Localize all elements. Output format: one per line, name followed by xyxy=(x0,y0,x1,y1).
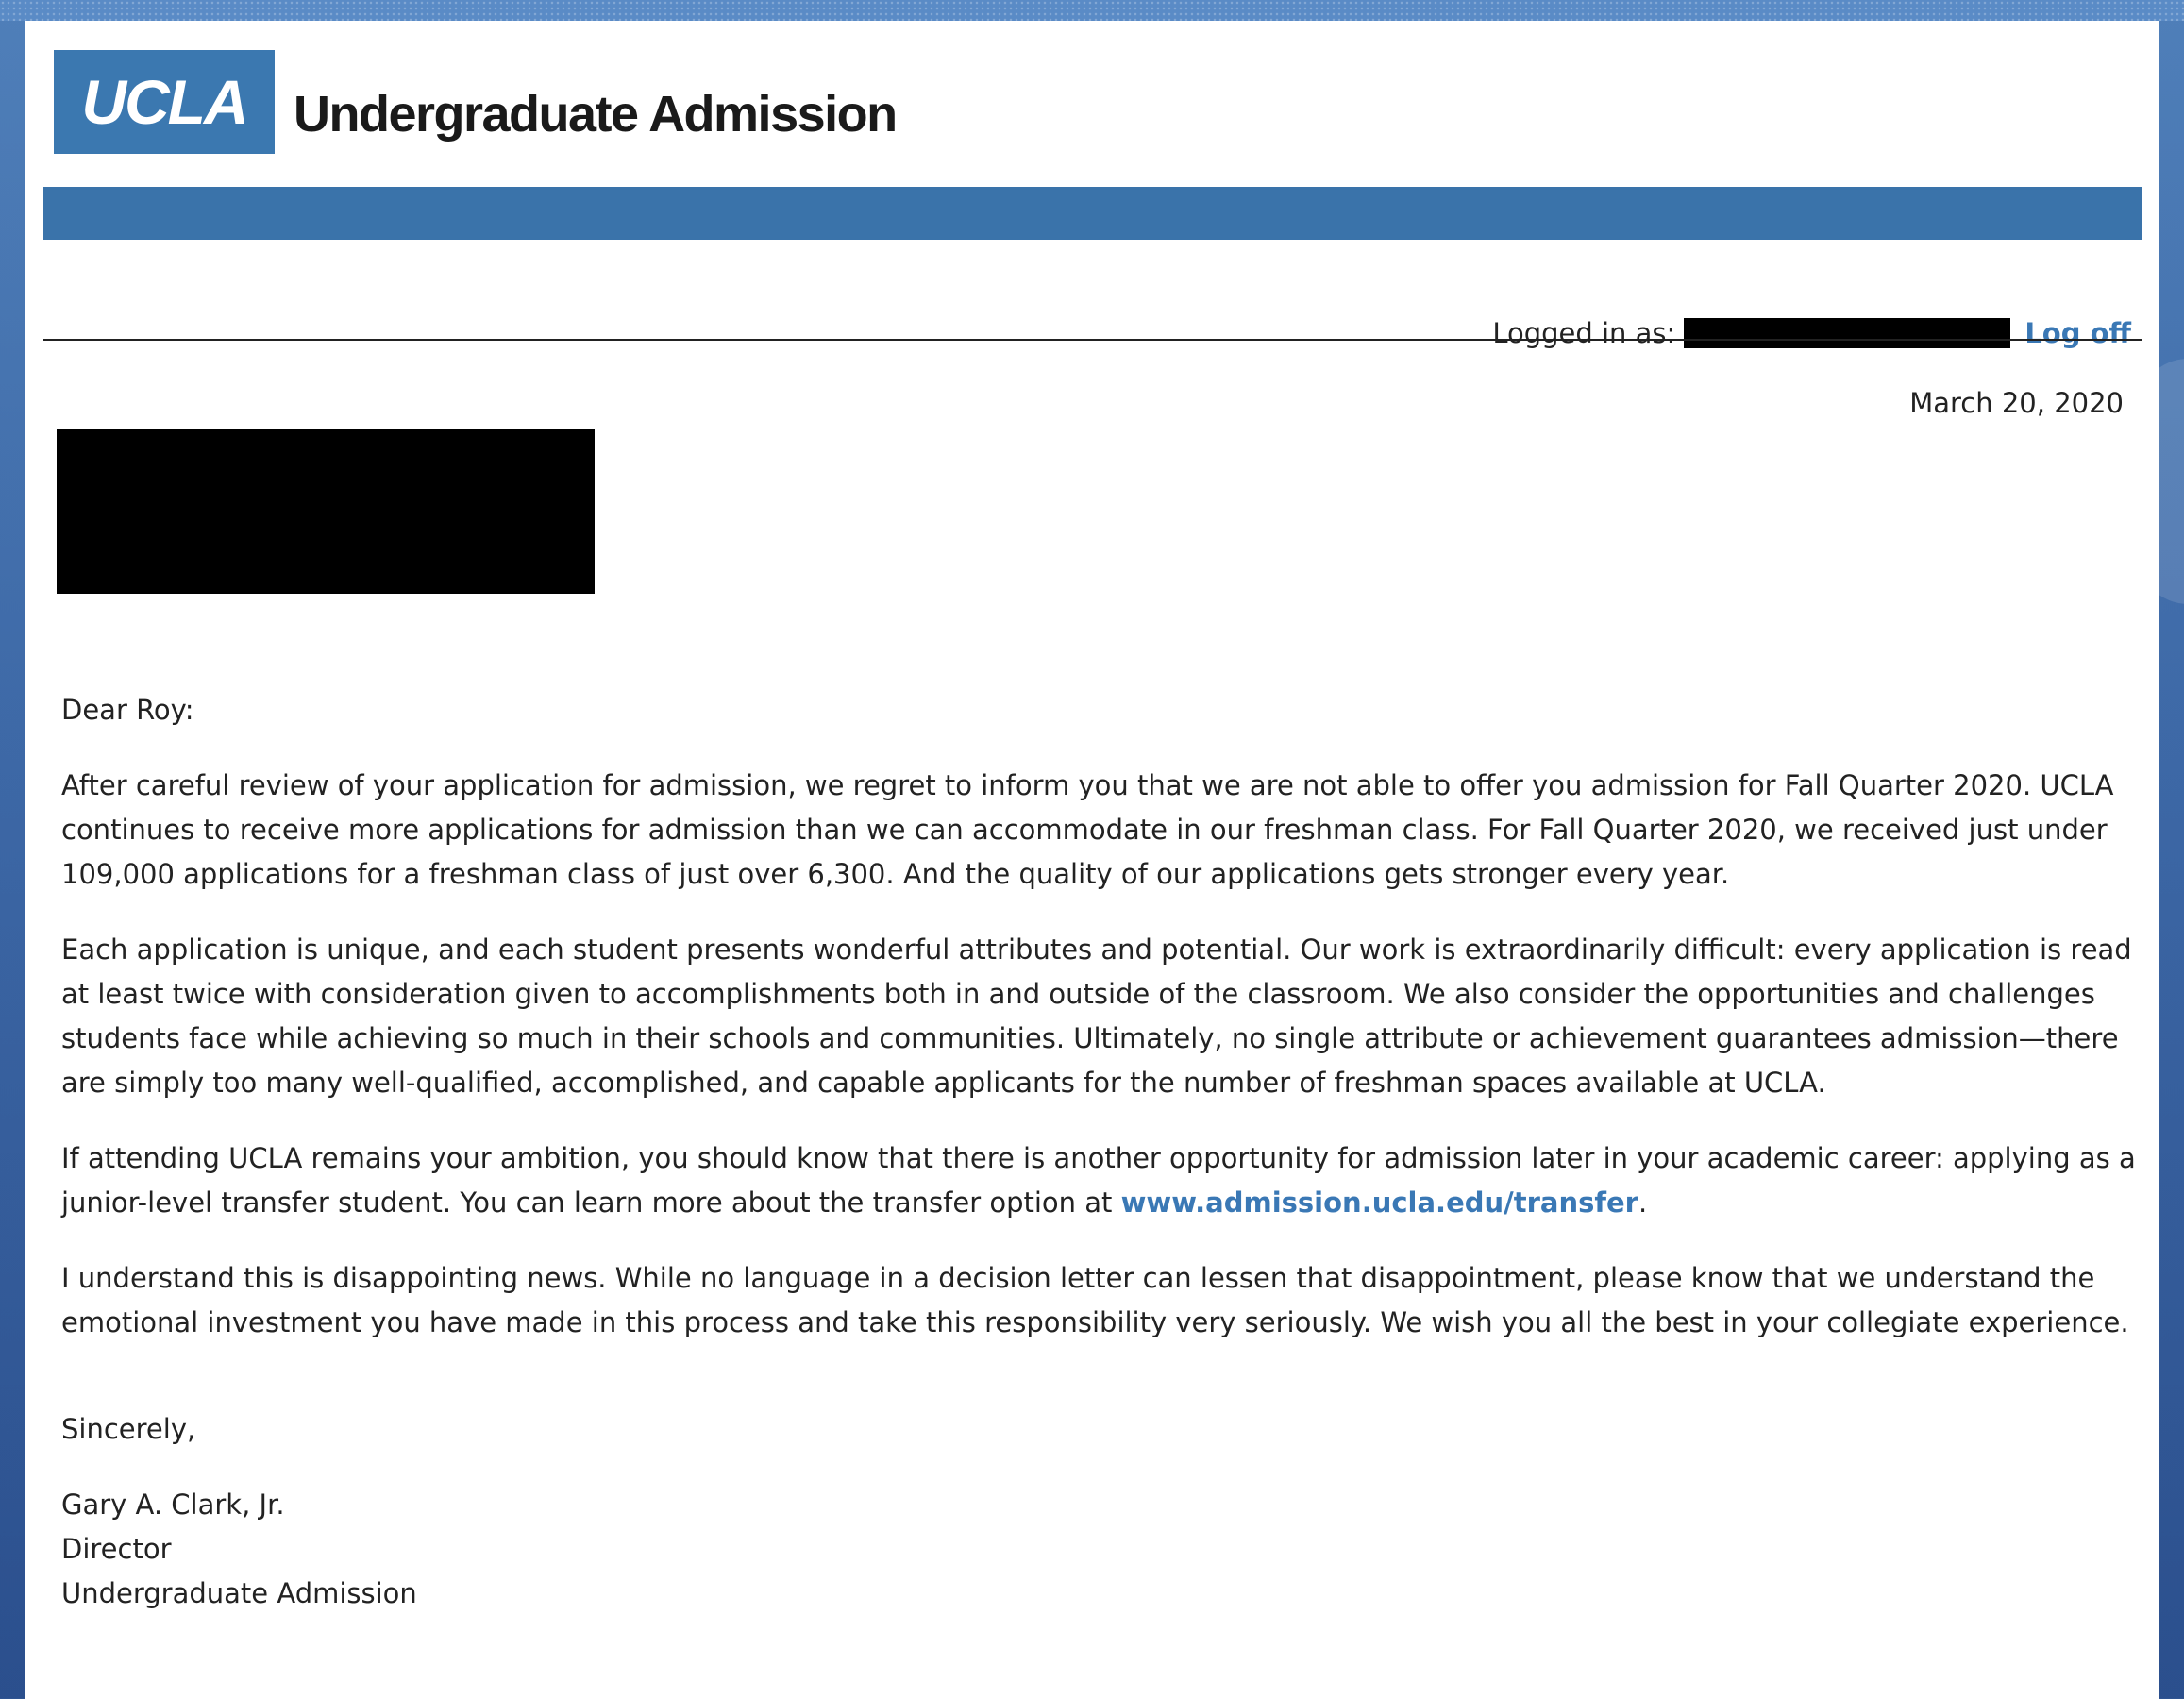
logged-in-label: Logged in as: xyxy=(1492,317,1676,349)
letter-date: March 20, 2020 xyxy=(1909,387,2124,419)
paragraph-3-end: . xyxy=(1638,1186,1648,1219)
redacted-username xyxy=(1684,318,2011,348)
logo-text: UCLA xyxy=(81,67,248,137)
signature-department: Undergraduate Admission xyxy=(61,1577,417,1609)
divider xyxy=(43,339,2142,341)
header-band xyxy=(43,187,2142,240)
redacted-address-block xyxy=(57,429,595,594)
logoff-link[interactable]: Log off xyxy=(2024,317,2131,349)
salutation: Dear Roy: xyxy=(61,694,194,726)
paragraph-3-text: If attending UCLA remains your ambition,… xyxy=(61,1142,2136,1219)
paragraph-2: Each application is unique, and each stu… xyxy=(61,934,2132,1099)
letter-page: UCLA Undergraduate Admission Logged in a… xyxy=(25,21,2159,1699)
paragraph-3: If attending UCLA remains your ambition,… xyxy=(61,1136,2147,1225)
user-bar: Logged in as: Log off xyxy=(1492,317,2131,349)
transfer-link[interactable]: www.admission.ucla.edu/transfer xyxy=(1121,1186,1638,1219)
letter-body: Dear Roy: After careful review of your a… xyxy=(61,688,2147,1616)
paragraph-4: I understand this is disappointing news.… xyxy=(61,1262,2129,1338)
closing: Sincerely, xyxy=(61,1413,196,1445)
signature-block: Gary A. Clark, Jr. Director Undergraduat… xyxy=(61,1483,2147,1616)
site-title: Undergraduate Admission xyxy=(294,86,898,143)
ucla-logo: UCLA xyxy=(54,50,275,154)
signature-name: Gary A. Clark, Jr. xyxy=(61,1489,285,1521)
paragraph-1: After careful review of your application… xyxy=(61,769,2114,890)
signature-title: Director xyxy=(61,1533,172,1565)
background-top-strip xyxy=(0,0,2184,21)
